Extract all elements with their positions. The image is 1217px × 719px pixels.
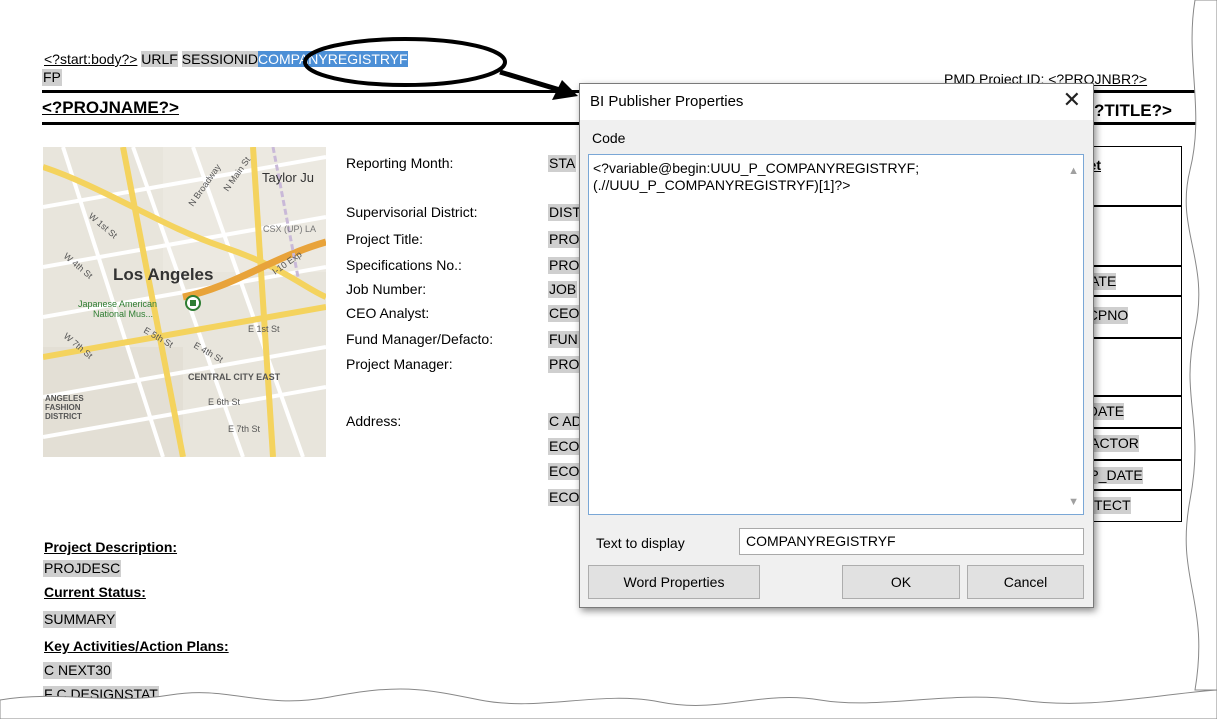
torn-edge-bottom xyxy=(0,688,1217,719)
word-properties-button[interactable]: Word Properties xyxy=(588,565,760,599)
dialog-titlebar[interactable]: BI Publisher Properties ✕ xyxy=(580,84,1093,120)
scroll-down-icon[interactable]: ▼ xyxy=(1068,496,1079,508)
callout-ellipse xyxy=(303,37,507,87)
bi-publisher-properties-dialog[interactable]: BI Publisher Properties ✕ Code <?variabl… xyxy=(579,83,1094,608)
cancel-button[interactable]: Cancel xyxy=(967,565,1084,599)
torn-edge-right xyxy=(1185,0,1217,691)
text-to-display-label: Text to display xyxy=(596,535,685,551)
code-textarea[interactable]: <?variable@begin:UUU_P_COMPANYREGISTRYF;… xyxy=(588,154,1084,515)
document-page: <?start:body?> URLF SESSIONIDCOMPANYREGI… xyxy=(0,0,1217,719)
ok-button[interactable]: OK xyxy=(842,565,960,599)
code-label: Code xyxy=(592,130,626,146)
text-to-display-input[interactable]: COMPANYREGISTRYF xyxy=(739,528,1084,555)
scroll-up-icon[interactable]: ▲ xyxy=(1068,165,1079,177)
code-text[interactable]: <?variable@begin:UUU_P_COMPANYREGISTRYF;… xyxy=(593,160,1053,194)
close-icon[interactable]: ✕ xyxy=(1063,87,1081,113)
dialog-title: BI Publisher Properties xyxy=(590,93,744,110)
callout-arrow-line xyxy=(499,69,561,93)
